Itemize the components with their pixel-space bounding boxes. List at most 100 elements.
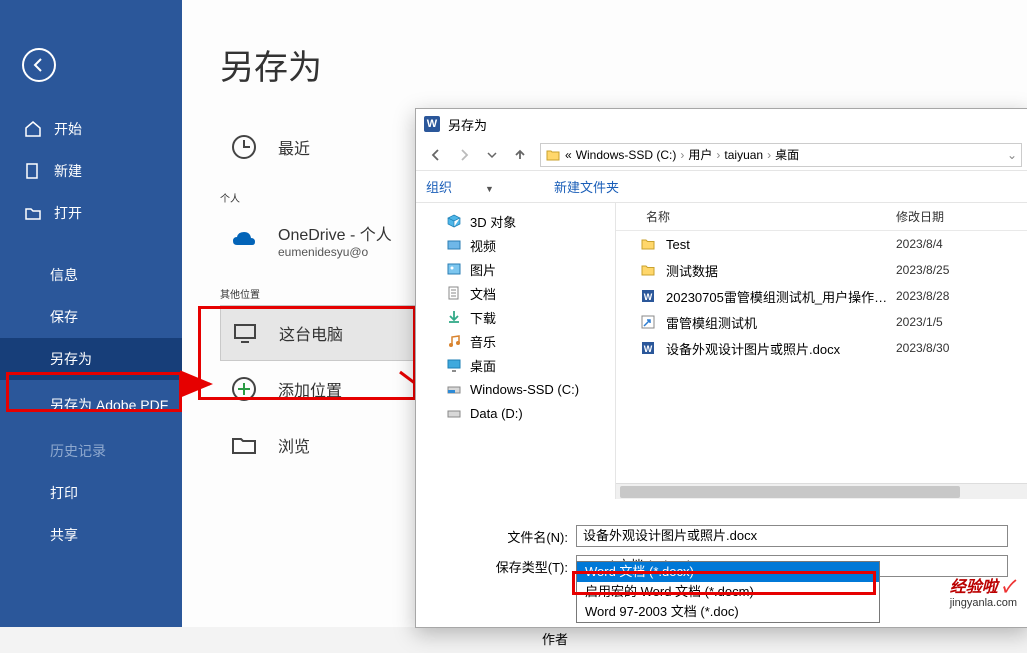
nav-label: 历史记录 <box>50 441 106 461</box>
folder-tree: 3D 对象 视频 图片 文档 下载 音乐 桌面 Windows-SSD (C:)… <box>416 203 616 499</box>
nav-home[interactable]: 开始 <box>0 108 182 150</box>
addplace-icon <box>230 375 258 403</box>
page-title: 另存为 <box>220 40 1027 89</box>
tree-3d[interactable]: 3D 对象 <box>416 209 615 233</box>
tree-drive-d[interactable]: Data (D:) <box>416 401 615 425</box>
new-icon <box>24 162 42 180</box>
folder-icon <box>640 236 656 252</box>
nav-label: 新建 <box>54 161 82 181</box>
tree-downloads[interactable]: 下载 <box>416 305 615 329</box>
address-bar[interactable]: « Windows-SSD (C:)› 用户› taiyuan› 桌面 ⌄ <box>540 143 1022 167</box>
nav-label: 保存 <box>50 307 78 327</box>
nav-list: 开始 新建 打开 信息 保存 另存为 另存为 Adobe PDF 历史记录 打印… <box>0 108 182 556</box>
3dobjects-icon <box>446 213 462 229</box>
save-dialog: W 另存为 « Windows-SSD (C:)› 用户› taiyuan› 桌… <box>415 108 1027 628</box>
desktop-icon <box>446 357 462 373</box>
dialog-form: 文件名(N): 设备外观设计图片或照片.docx 保存类型(T): Word 文… <box>416 499 1027 653</box>
loc-label: 添加位置 <box>278 377 342 401</box>
nav-history[interactable]: 历史记录 <box>0 430 182 472</box>
author-label: 作者 <box>476 629 568 648</box>
nav-open[interactable]: 打开 <box>0 192 182 234</box>
word-doc-icon: W <box>640 340 656 356</box>
path-seg[interactable]: 用户 <box>684 146 716 163</box>
nav-forward-button[interactable] <box>450 143 478 167</box>
tree-drive-c[interactable]: Windows-SSD (C:) <box>416 377 615 401</box>
folder-small-icon <box>545 147 561 163</box>
nav-info[interactable]: 信息 <box>0 254 182 296</box>
path-prefix: « <box>565 148 572 162</box>
tree-pictures[interactable]: 图片 <box>416 257 615 281</box>
folder-icon <box>640 262 656 278</box>
table-row[interactable]: W设备外观设计图片或照片.docx2023/8/30 <box>616 335 1027 361</box>
word-doc-icon: W <box>640 288 656 304</box>
nav-saveas[interactable]: 另存为 <box>0 338 182 380</box>
nav-label: 打开 <box>54 203 82 223</box>
path-seg[interactable]: 桌面 <box>771 146 803 163</box>
drive-icon <box>446 381 462 397</box>
table-row[interactable]: W20230705雷管模组测试机_用户操作手...2023/8/28 <box>616 283 1027 309</box>
dropdown-option[interactable]: Word 文档 (*.docx) <box>577 562 879 582</box>
table-row[interactable]: 测试数据2023/8/25 <box>616 257 1027 283</box>
clock-icon <box>230 133 258 161</box>
nav-label: 另存为 <box>50 349 92 369</box>
tree-music[interactable]: 音乐 <box>416 329 615 353</box>
back-button[interactable] <box>22 48 56 82</box>
pc-icon <box>231 319 259 347</box>
open-icon <box>24 204 42 222</box>
loc-label: 这台电脑 <box>279 321 343 345</box>
home-icon <box>24 120 42 138</box>
filename-label: 文件名(N): <box>476 527 568 546</box>
path-seg[interactable]: Windows-SSD (C:) <box>572 148 681 162</box>
nav-save[interactable]: 保存 <box>0 296 182 338</box>
dialog-navbar: « Windows-SSD (C:)› 用户› taiyuan› 桌面 ⌄ <box>416 139 1027 171</box>
nav-share[interactable]: 共享 <box>0 514 182 556</box>
nav-label: 信息 <box>50 265 78 285</box>
svg-text:W: W <box>644 344 653 354</box>
loc-label: 浏览 <box>278 433 310 457</box>
newfolder-button[interactable]: 新建文件夹 <box>554 177 619 196</box>
tree-videos[interactable]: 视频 <box>416 233 615 257</box>
chevron-down-icon[interactable]: ⌄ <box>1007 148 1017 162</box>
tree-documents[interactable]: 文档 <box>416 281 615 305</box>
video-icon <box>446 237 462 253</box>
filename-input[interactable]: 设备外观设计图片或照片.docx <box>576 525 1008 547</box>
organize-button[interactable]: 组织▼ <box>426 177 524 196</box>
dialog-body: 3D 对象 视频 图片 文档 下载 音乐 桌面 Windows-SSD (C:)… <box>416 203 1027 499</box>
horizontal-scrollbar[interactable] <box>616 483 1027 499</box>
backstage-sidebar: 开始 新建 打开 信息 保存 另存为 另存为 Adobe PDF 历史记录 打印… <box>0 0 182 627</box>
drive-icon <box>446 405 462 421</box>
path-seg[interactable]: taiyuan <box>720 148 767 162</box>
dialog-title: 另存为 <box>448 115 487 134</box>
dialog-titlebar: W 另存为 <box>416 109 1027 139</box>
nav-print[interactable]: 打印 <box>0 472 182 514</box>
nav-label: 共享 <box>50 525 78 545</box>
nav-back-button[interactable] <box>422 143 450 167</box>
downloads-icon <box>446 309 462 325</box>
loc-label: OneDrive - 个人 <box>278 227 392 244</box>
file-header: 名称 修改日期 <box>616 203 1027 231</box>
filetype-dropdown: Word 文档 (*.docx) 启用宏的 Word 文档 (*.docm) W… <box>576 561 880 623</box>
col-date[interactable]: 修改日期 <box>896 208 1027 225</box>
nav-label: 另存为 Adobe PDF <box>50 396 168 414</box>
nav-up-button[interactable] <box>506 143 534 167</box>
nav-saveas-pdf[interactable]: 另存为 Adobe PDF <box>0 380 182 430</box>
table-row[interactable]: 雷管模组测试机2023/1/5 <box>616 309 1027 335</box>
nav-new[interactable]: 新建 <box>0 150 182 192</box>
dropdown-option[interactable]: 启用宏的 Word 文档 (*.docm) <box>577 582 879 602</box>
col-name[interactable]: 名称 <box>616 208 896 225</box>
watermark: 经验啦 ✓ jingyanla.com <box>950 573 1017 609</box>
loc-label: 最近 <box>278 135 310 159</box>
documents-icon <box>446 285 462 301</box>
nav-recent-button[interactable] <box>478 143 506 167</box>
file-list: 名称 修改日期 Test2023/8/4 测试数据2023/8/25 W2023… <box>616 203 1027 499</box>
shortcut-icon <box>640 314 656 330</box>
dialog-toolbar: 组织▼ 新建文件夹 <box>416 171 1027 203</box>
dropdown-option[interactable]: Word 97-2003 文档 (*.doc) <box>577 602 879 622</box>
tree-desktop[interactable]: 桌面 <box>416 353 615 377</box>
table-row[interactable]: Test2023/8/4 <box>616 231 1027 257</box>
folder-icon <box>230 431 258 459</box>
word-icon: W <box>424 116 440 132</box>
music-icon <box>446 333 462 349</box>
nav-label: 开始 <box>54 119 82 139</box>
nav-label: 打印 <box>50 483 78 503</box>
